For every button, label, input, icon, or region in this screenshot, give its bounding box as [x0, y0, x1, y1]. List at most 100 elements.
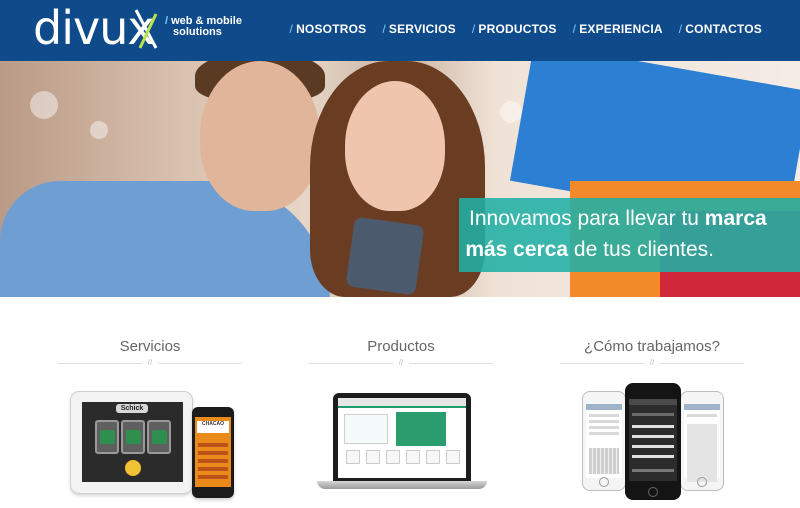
phone-keyboard	[589, 448, 619, 474]
nav-label: CONTACTOS	[685, 22, 762, 36]
bokeh-light	[90, 121, 108, 139]
phone-screen	[629, 399, 677, 481]
phone-list-row	[198, 451, 228, 455]
slot-reel	[95, 420, 119, 454]
nav-label: SERVICIOS	[388, 22, 456, 36]
laptop-screen	[338, 398, 466, 478]
laptop-base	[317, 481, 487, 489]
slogan-line-2: más cerca de tus clientes.	[465, 238, 714, 262]
slogan-line-2-normal: de tus clientes.	[568, 238, 714, 261]
dark-phone-mockup[interactable]	[625, 383, 681, 500]
phone-list-row	[198, 443, 228, 447]
bokeh-light	[30, 91, 58, 119]
slot-reel	[121, 420, 145, 454]
section-title[interactable]: Servicios	[58, 338, 242, 355]
laptop-mockup-image[interactable]	[317, 393, 487, 494]
home-button-icon	[599, 477, 609, 487]
tagline-line-2: solutions	[173, 26, 222, 38]
tablet-mockup-image[interactable]: Schick	[70, 391, 193, 494]
divux-logo[interactable]: divux	[33, 2, 157, 54]
hero-slogan-banner: Innovamos para llevar tu marca más cerca…	[459, 198, 800, 272]
hero-photo-woman-face	[345, 81, 445, 211]
tablet-brand-label: Schick	[116, 404, 148, 413]
laptop-screen-feature	[396, 412, 446, 446]
slogan-line-1-bold: marca	[704, 207, 767, 230]
phone-list-row	[198, 475, 228, 479]
divider-mark-icon: //	[393, 359, 409, 367]
laptop-screen-tile	[446, 450, 460, 464]
slogan-line-1-normal: Innovamos para llevar tu	[469, 207, 705, 230]
phone-list-row	[198, 467, 228, 471]
phone-status-bar	[684, 404, 720, 410]
phone-slider	[632, 413, 674, 416]
phone-form-row	[632, 425, 674, 428]
phone-status-bar	[629, 399, 677, 405]
slogan-line-2-bold: más cerca	[465, 238, 569, 261]
laptop-screen-tile	[386, 450, 400, 464]
nav-item-productos[interactable]: / PRODUCTOS	[472, 22, 557, 36]
section-title[interactable]: ¿Cómo trabajamos?	[560, 338, 744, 355]
nav-slash: /	[471, 22, 476, 36]
hero-photo-phone	[345, 216, 425, 296]
hero-photo-man-face	[200, 61, 320, 211]
tagline-slash: /	[165, 15, 169, 27]
nav-slash: /	[572, 22, 577, 36]
logo-x-accent-icon	[134, 9, 157, 49]
section-como-trabajamos: ¿Cómo trabajamos? //	[560, 338, 744, 367]
section-productos: Productos //	[309, 338, 493, 367]
laptop-screen-tile	[406, 450, 420, 464]
map-placeholder	[687, 424, 717, 482]
phone-screen	[586, 404, 622, 478]
nav-label: EXPERIENCIA	[579, 22, 663, 36]
nav-label: PRODUCTOS	[478, 22, 557, 36]
bokeh-light	[500, 101, 522, 123]
nav-item-servicios[interactable]: / SERVICIOS	[382, 22, 455, 36]
section-divider: //	[58, 359, 242, 367]
slot-reel	[147, 420, 171, 454]
phone-row	[589, 426, 619, 429]
divider-mark-icon: //	[644, 359, 660, 367]
nav-slash: /	[382, 22, 386, 36]
phone-row	[687, 414, 717, 417]
phone-list-row	[198, 459, 228, 463]
laptop-screen-header	[338, 398, 466, 408]
laptop-screen-panel	[344, 414, 388, 444]
section-title[interactable]: Productos	[309, 338, 493, 355]
wireframe-phone-right[interactable]	[680, 391, 724, 491]
section-divider: //	[560, 359, 744, 367]
nav-item-contactos[interactable]: / CONTACTOS	[679, 22, 762, 36]
phone-app-title: CHACAO	[197, 421, 229, 433]
phone-row	[589, 420, 619, 423]
nav-item-nosotros[interactable]: / NOSOTROS	[290, 22, 367, 36]
phone-status-bar	[586, 404, 622, 410]
section-servicios: Servicios //	[58, 338, 242, 367]
divider-mark-icon: //	[142, 359, 158, 367]
nav-label: NOSOTROS	[296, 22, 367, 36]
phone-screen: CHACAO	[195, 417, 231, 487]
phone-button	[632, 469, 674, 472]
phone-mockup-image[interactable]: CHACAO	[192, 407, 234, 498]
site-header: divux / web & mobile solutions / NOSOTROS …	[0, 0, 800, 61]
slogan-line-1: Innovamos para llevar tu marca	[469, 207, 767, 231]
phone-form-row	[632, 435, 674, 438]
section-divider: //	[309, 359, 493, 367]
nav-slash: /	[289, 22, 294, 36]
laptop-screen-tile	[366, 450, 380, 464]
hero-banner: Innovamos para llevar tu marca más cerca…	[0, 61, 800, 297]
coin-icon	[125, 460, 141, 476]
phone-screen	[684, 404, 720, 482]
wireframe-phone-left[interactable]	[582, 391, 626, 491]
tablet-screen: Schick	[82, 402, 183, 482]
home-button-icon	[697, 477, 707, 487]
main-nav: / NOSOTROS / SERVICIOS / PRODUCTOS / EXPERIE…	[290, 22, 762, 36]
nav-slash: /	[678, 22, 683, 36]
home-button-icon	[648, 487, 658, 497]
phone-row	[589, 432, 619, 435]
laptop-screen-tile	[426, 450, 440, 464]
phone-form-row	[632, 445, 674, 448]
nav-item-experiencia[interactable]: / EXPERIENCIA	[573, 22, 663, 36]
phone-form-row	[632, 455, 674, 458]
laptop-screen-tile	[346, 450, 360, 464]
phone-row	[589, 414, 619, 417]
laptop-lid	[333, 393, 471, 481]
